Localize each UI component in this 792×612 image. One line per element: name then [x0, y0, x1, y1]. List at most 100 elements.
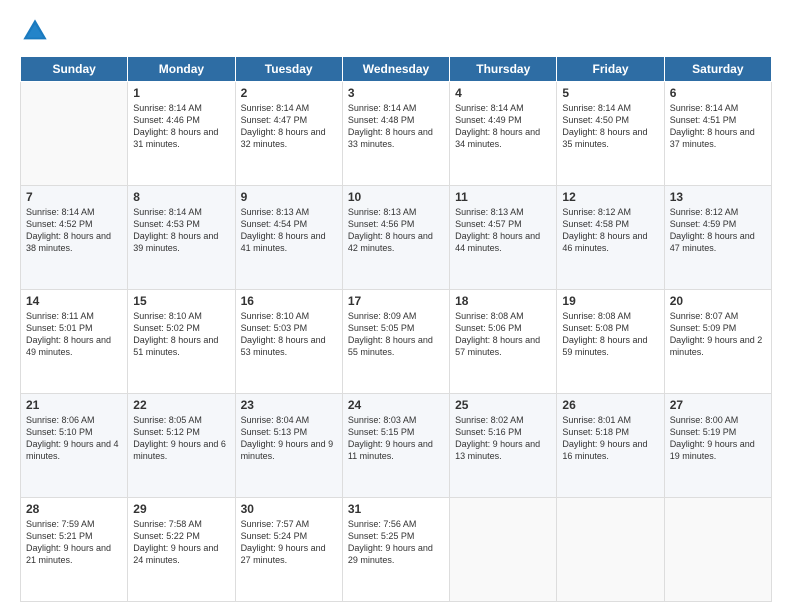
day-number: 28: [26, 502, 122, 516]
day-number: 9: [241, 190, 337, 204]
calendar-cell: 30 Sunrise: 7:57 AMSunset: 5:24 PMDaylig…: [235, 498, 342, 602]
day-number: 16: [241, 294, 337, 308]
day-header-tuesday: Tuesday: [235, 57, 342, 82]
cell-info: Sunrise: 8:10 AMSunset: 5:02 PMDaylight:…: [133, 311, 218, 357]
calendar-cell: 15 Sunrise: 8:10 AMSunset: 5:02 PMDaylig…: [128, 290, 235, 394]
calendar-cell: 21 Sunrise: 8:06 AMSunset: 5:10 PMDaylig…: [21, 394, 128, 498]
calendar-cell: 3 Sunrise: 8:14 AMSunset: 4:48 PMDayligh…: [342, 82, 449, 186]
header: [20, 16, 772, 46]
calendar-cell: 22 Sunrise: 8:05 AMSunset: 5:12 PMDaylig…: [128, 394, 235, 498]
day-number: 31: [348, 502, 444, 516]
cell-info: Sunrise: 8:06 AMSunset: 5:10 PMDaylight:…: [26, 415, 119, 461]
calendar-cell: 16 Sunrise: 8:10 AMSunset: 5:03 PMDaylig…: [235, 290, 342, 394]
day-number: 13: [670, 190, 766, 204]
day-number: 2: [241, 86, 337, 100]
calendar-cell: 18 Sunrise: 8:08 AMSunset: 5:06 PMDaylig…: [450, 290, 557, 394]
week-row-5: 28 Sunrise: 7:59 AMSunset: 5:21 PMDaylig…: [21, 498, 772, 602]
page: SundayMondayTuesdayWednesdayThursdayFrid…: [0, 0, 792, 612]
cell-info: Sunrise: 8:07 AMSunset: 5:09 PMDaylight:…: [670, 311, 763, 357]
day-number: 26: [562, 398, 658, 412]
cell-info: Sunrise: 8:14 AMSunset: 4:47 PMDaylight:…: [241, 103, 326, 149]
cell-info: Sunrise: 8:05 AMSunset: 5:12 PMDaylight:…: [133, 415, 226, 461]
cell-info: Sunrise: 8:13 AMSunset: 4:56 PMDaylight:…: [348, 207, 433, 253]
day-header-saturday: Saturday: [664, 57, 771, 82]
calendar-cell: 27 Sunrise: 8:00 AMSunset: 5:19 PMDaylig…: [664, 394, 771, 498]
day-header-thursday: Thursday: [450, 57, 557, 82]
day-number: 24: [348, 398, 444, 412]
calendar-cell: 13 Sunrise: 8:12 AMSunset: 4:59 PMDaylig…: [664, 186, 771, 290]
day-number: 4: [455, 86, 551, 100]
calendar-cell: 11 Sunrise: 8:13 AMSunset: 4:57 PMDaylig…: [450, 186, 557, 290]
calendar-cell: 31 Sunrise: 7:56 AMSunset: 5:25 PMDaylig…: [342, 498, 449, 602]
day-number: 30: [241, 502, 337, 516]
cell-info: Sunrise: 8:13 AMSunset: 4:57 PMDaylight:…: [455, 207, 540, 253]
cell-info: Sunrise: 8:13 AMSunset: 4:54 PMDaylight:…: [241, 207, 326, 253]
day-number: 29: [133, 502, 229, 516]
cell-info: Sunrise: 8:12 AMSunset: 4:59 PMDaylight:…: [670, 207, 755, 253]
calendar-cell: 17 Sunrise: 8:09 AMSunset: 5:05 PMDaylig…: [342, 290, 449, 394]
day-number: 22: [133, 398, 229, 412]
calendar-cell: 29 Sunrise: 7:58 AMSunset: 5:22 PMDaylig…: [128, 498, 235, 602]
cell-info: Sunrise: 8:14 AMSunset: 4:52 PMDaylight:…: [26, 207, 111, 253]
day-number: 10: [348, 190, 444, 204]
day-number: 21: [26, 398, 122, 412]
cell-info: Sunrise: 8:12 AMSunset: 4:58 PMDaylight:…: [562, 207, 647, 253]
week-row-3: 14 Sunrise: 8:11 AMSunset: 5:01 PMDaylig…: [21, 290, 772, 394]
logo-icon: [20, 16, 50, 46]
day-header-sunday: Sunday: [21, 57, 128, 82]
cell-info: Sunrise: 8:09 AMSunset: 5:05 PMDaylight:…: [348, 311, 433, 357]
day-number: 27: [670, 398, 766, 412]
cell-info: Sunrise: 8:11 AMSunset: 5:01 PMDaylight:…: [26, 311, 111, 357]
cell-info: Sunrise: 8:02 AMSunset: 5:16 PMDaylight:…: [455, 415, 540, 461]
calendar-cell: 19 Sunrise: 8:08 AMSunset: 5:08 PMDaylig…: [557, 290, 664, 394]
cell-info: Sunrise: 8:01 AMSunset: 5:18 PMDaylight:…: [562, 415, 647, 461]
calendar-cell: 20 Sunrise: 8:07 AMSunset: 5:09 PMDaylig…: [664, 290, 771, 394]
day-number: 5: [562, 86, 658, 100]
cell-info: Sunrise: 8:14 AMSunset: 4:53 PMDaylight:…: [133, 207, 218, 253]
cell-info: Sunrise: 8:08 AMSunset: 5:08 PMDaylight:…: [562, 311, 647, 357]
calendar-cell: 9 Sunrise: 8:13 AMSunset: 4:54 PMDayligh…: [235, 186, 342, 290]
calendar-cell: 23 Sunrise: 8:04 AMSunset: 5:13 PMDaylig…: [235, 394, 342, 498]
calendar-cell: 5 Sunrise: 8:14 AMSunset: 4:50 PMDayligh…: [557, 82, 664, 186]
day-number: 6: [670, 86, 766, 100]
day-number: 1: [133, 86, 229, 100]
calendar-cell: 4 Sunrise: 8:14 AMSunset: 4:49 PMDayligh…: [450, 82, 557, 186]
calendar-cell: 12 Sunrise: 8:12 AMSunset: 4:58 PMDaylig…: [557, 186, 664, 290]
calendar-table: SundayMondayTuesdayWednesdayThursdayFrid…: [20, 56, 772, 602]
calendar-cell: 26 Sunrise: 8:01 AMSunset: 5:18 PMDaylig…: [557, 394, 664, 498]
day-number: 11: [455, 190, 551, 204]
day-number: 19: [562, 294, 658, 308]
calendar-cell: 7 Sunrise: 8:14 AMSunset: 4:52 PMDayligh…: [21, 186, 128, 290]
cell-info: Sunrise: 8:14 AMSunset: 4:50 PMDaylight:…: [562, 103, 647, 149]
day-number: 3: [348, 86, 444, 100]
day-number: 14: [26, 294, 122, 308]
week-row-4: 21 Sunrise: 8:06 AMSunset: 5:10 PMDaylig…: [21, 394, 772, 498]
calendar-cell: [557, 498, 664, 602]
calendar-cell: 8 Sunrise: 8:14 AMSunset: 4:53 PMDayligh…: [128, 186, 235, 290]
logo: [20, 16, 54, 46]
cell-info: Sunrise: 7:57 AMSunset: 5:24 PMDaylight:…: [241, 519, 326, 565]
calendar-cell: 1 Sunrise: 8:14 AMSunset: 4:46 PMDayligh…: [128, 82, 235, 186]
cell-info: Sunrise: 7:56 AMSunset: 5:25 PMDaylight:…: [348, 519, 433, 565]
cell-info: Sunrise: 8:00 AMSunset: 5:19 PMDaylight:…: [670, 415, 755, 461]
week-row-1: 1 Sunrise: 8:14 AMSunset: 4:46 PMDayligh…: [21, 82, 772, 186]
day-number: 8: [133, 190, 229, 204]
day-header-row: SundayMondayTuesdayWednesdayThursdayFrid…: [21, 57, 772, 82]
cell-info: Sunrise: 8:03 AMSunset: 5:15 PMDaylight:…: [348, 415, 433, 461]
calendar-cell: 28 Sunrise: 7:59 AMSunset: 5:21 PMDaylig…: [21, 498, 128, 602]
day-number: 7: [26, 190, 122, 204]
day-number: 23: [241, 398, 337, 412]
day-number: 12: [562, 190, 658, 204]
calendar-cell: 10 Sunrise: 8:13 AMSunset: 4:56 PMDaylig…: [342, 186, 449, 290]
cell-info: Sunrise: 8:10 AMSunset: 5:03 PMDaylight:…: [241, 311, 326, 357]
cell-info: Sunrise: 8:14 AMSunset: 4:46 PMDaylight:…: [133, 103, 218, 149]
calendar-cell: 6 Sunrise: 8:14 AMSunset: 4:51 PMDayligh…: [664, 82, 771, 186]
calendar-cell: 24 Sunrise: 8:03 AMSunset: 5:15 PMDaylig…: [342, 394, 449, 498]
cell-info: Sunrise: 8:14 AMSunset: 4:51 PMDaylight:…: [670, 103, 755, 149]
day-number: 15: [133, 294, 229, 308]
cell-info: Sunrise: 8:08 AMSunset: 5:06 PMDaylight:…: [455, 311, 540, 357]
cell-info: Sunrise: 8:14 AMSunset: 4:48 PMDaylight:…: [348, 103, 433, 149]
calendar-cell: 25 Sunrise: 8:02 AMSunset: 5:16 PMDaylig…: [450, 394, 557, 498]
day-number: 20: [670, 294, 766, 308]
day-header-wednesday: Wednesday: [342, 57, 449, 82]
